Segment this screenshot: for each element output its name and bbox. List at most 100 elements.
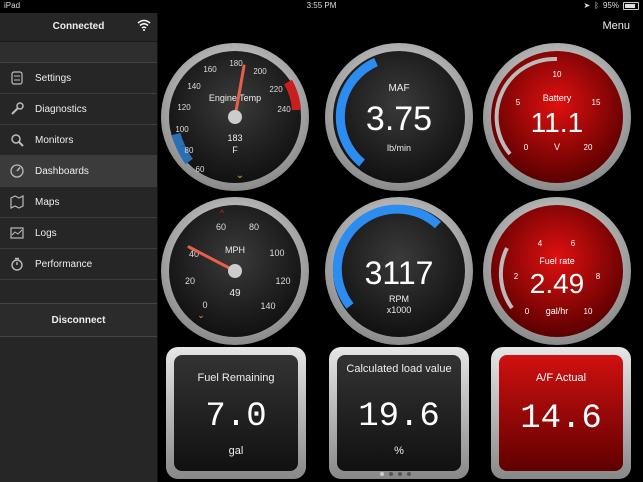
engine-temp-gauge[interactable]: 60 80 100 120 140 160 180 200 220 240 En… <box>160 42 310 192</box>
gauge-value: 2.49 <box>530 268 585 299</box>
gauge-value: 11.1 <box>531 107 583 138</box>
tick-label: 2 <box>514 272 519 281</box>
stopwatch-icon <box>10 257 24 271</box>
tick-label: 220 <box>269 85 283 94</box>
sidebar-item-settings[interactable]: Settings <box>0 63 157 94</box>
tick-label: 140 <box>260 301 275 311</box>
display-value: 19.6 <box>358 398 440 436</box>
maf-gauge[interactable]: MAF 3.75 lb/min <box>324 42 474 192</box>
menu-button[interactable]: Menu <box>602 20 630 32</box>
gauge-label: Battery <box>543 93 572 103</box>
display-label: Fuel Remaining <box>197 372 274 384</box>
sidebar-separator <box>0 41 157 63</box>
tick-label: 10 <box>553 70 562 79</box>
gauge-label: Fuel rate <box>539 256 575 266</box>
sidebar-nav: Settings Diagnostics Monitors Dashboards… <box>0 63 157 280</box>
battery-percent: 95% <box>602 1 619 10</box>
sidebar-item-label: Monitors <box>35 134 74 146</box>
gauge-unit: lb/min <box>387 143 411 153</box>
tick-label: 20 <box>584 143 593 152</box>
display-unit: gal <box>229 445 244 457</box>
sidebar-item-label: Dashboards <box>35 165 89 177</box>
tick-label: 5 <box>516 98 521 107</box>
gauge-value: 3.75 <box>366 100 432 138</box>
tick-label: 0 <box>525 307 530 316</box>
calculated-load-display[interactable]: Calculated load value 19.6 % <box>329 347 469 479</box>
fuel-rate-gauge[interactable]: 0 2 4 6 8 10 Fuel rate 2.49 gal/hr <box>482 196 632 346</box>
display-value: 7.0 <box>205 398 266 436</box>
bluetooth-icon: ᛒ <box>594 1 599 10</box>
sidebar-item-label: Maps <box>35 196 60 208</box>
battery-gauge[interactable]: 0 5 10 15 20 Battery 11.1 V <box>482 42 632 192</box>
warning-icon: ⌄ <box>236 170 244 181</box>
sidebar-item-label: Diagnostics <box>35 103 87 115</box>
sidebar-item-label: Settings <box>35 72 72 84</box>
tick-label: 100 <box>269 248 284 258</box>
location-icon: ➤ <box>583 1 591 10</box>
tick-label: 120 <box>275 276 290 286</box>
display-unit: % <box>394 445 404 457</box>
sidebar-item-label: Performance <box>35 258 93 270</box>
logs-icon <box>10 226 24 240</box>
page-dot[interactable] <box>380 472 384 476</box>
tick-label: 0 <box>202 300 207 310</box>
tick-label: 200 <box>253 67 267 76</box>
gauge-label: MPH <box>225 245 245 255</box>
battery-icon <box>623 1 639 10</box>
wrench-icon <box>10 102 24 116</box>
connection-status: Connected <box>52 21 105 32</box>
tick-label: 140 <box>187 82 201 91</box>
gauge-value: 3117 <box>365 255 434 291</box>
tick-label: 20 <box>185 276 195 286</box>
sidebar-item-logs[interactable]: Logs <box>0 218 157 249</box>
af-actual-display[interactable]: A/F Actual 14.6 <box>491 347 631 479</box>
tick-label: 8 <box>596 272 601 281</box>
tick-label: 15 <box>592 98 601 107</box>
sidebar-item-monitors[interactable]: Monitors <box>0 125 157 156</box>
dashboard-area: Menu 60 80 100 120 140 160 180 200 220 2… <box>158 13 643 482</box>
gauge-sublabel: x1000 <box>387 305 412 315</box>
dashboard-icon <box>10 164 24 178</box>
sidebar-item-label: Logs <box>35 227 57 239</box>
rpm-gauge[interactable]: 3117 RPM x1000 <box>324 196 474 346</box>
gauge-unit: V <box>554 142 560 152</box>
sidebar-item-maps[interactable]: Maps <box>0 187 157 218</box>
tick-label: 60 <box>196 165 205 174</box>
tick-label: 60 <box>216 222 226 232</box>
gauge-label: MAF <box>388 83 409 94</box>
display-label: Calculated load value <box>346 363 452 375</box>
tick-label: 160 <box>203 65 217 74</box>
tick-label: 6 <box>571 239 576 248</box>
tick-label: 10 <box>584 307 593 316</box>
disconnect-button[interactable]: Disconnect <box>0 303 157 337</box>
tick-label: 180 <box>229 59 243 68</box>
magnifier-icon <box>10 133 24 147</box>
sidebar-item-dashboards[interactable]: Dashboards <box>0 156 157 187</box>
gauge-label: Engine Temp <box>209 93 261 103</box>
page-dot[interactable] <box>407 472 411 476</box>
display-label: A/F Actual <box>536 372 586 384</box>
status-right: ➤ ᛒ 95% <box>583 1 639 10</box>
gauge-unit: gal/hr <box>546 306 569 316</box>
tick-label: 240 <box>277 105 291 114</box>
page-dot[interactable] <box>389 472 393 476</box>
wifi-icon <box>137 19 151 31</box>
sidebar-item-diagnostics[interactable]: Diagnostics <box>0 94 157 125</box>
status-bar: iPad 3:55 PM ➤ ᛒ 95% <box>0 0 643 13</box>
tick-label: 80 <box>185 146 194 155</box>
map-icon <box>10 195 24 209</box>
sidebar-item-performance[interactable]: Performance <box>0 249 157 280</box>
tick-label: 0 <box>524 143 529 152</box>
sidebar-header: Connected <box>0 13 157 41</box>
page-indicator[interactable] <box>380 472 411 476</box>
fuel-remaining-display[interactable]: Fuel Remaining 7.0 gal <box>166 347 306 479</box>
gauge-label: RPM <box>389 294 409 304</box>
display-value: 14.6 <box>520 400 602 438</box>
gauge-value: 183 <box>227 133 242 143</box>
tick-label: 120 <box>177 103 191 112</box>
gauge-unit: F <box>232 145 238 155</box>
speed-gauge[interactable]: 0 20 40 60 80 100 120 140 MPH 49 ^ ⌄ <box>160 196 310 346</box>
sidebar: Connected Settings Diagnostics Monitors <box>0 13 158 482</box>
settings-icon <box>10 71 24 85</box>
page-dot[interactable] <box>398 472 402 476</box>
